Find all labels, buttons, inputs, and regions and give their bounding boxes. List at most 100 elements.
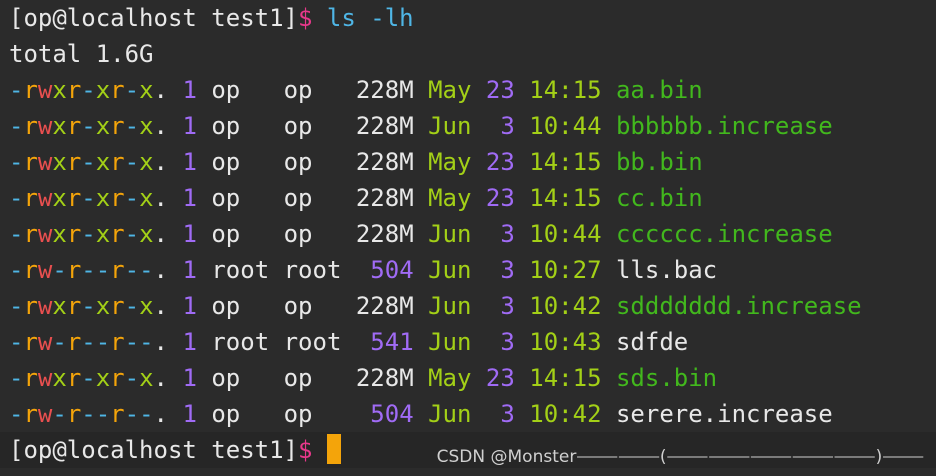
listing: -rwxr-xr-x. 1 op op 228M May 23 14:15 aa… — [0, 72, 936, 432]
permissions: -rwxr-xr-x. — [9, 76, 168, 104]
month: May — [428, 364, 472, 392]
day: 3 — [485, 400, 515, 428]
time: 10:27 — [529, 256, 602, 284]
permissions: -rwxr-xr-x. — [9, 292, 168, 320]
prompt-text: [op@localhost test1] — [9, 436, 298, 464]
permissions: -rwxr-xr-x. — [9, 112, 168, 140]
group: op — [283, 76, 342, 104]
total-text: total 1.6G — [9, 40, 154, 68]
month: Jun — [428, 400, 472, 428]
month: Jun — [428, 292, 472, 320]
permissions: -rw-r--r--. — [9, 256, 168, 284]
time: 10:44 — [529, 220, 602, 248]
month: May — [428, 148, 472, 176]
file-size: 541 — [355, 328, 414, 356]
link-count: 1 — [182, 76, 197, 104]
permissions: -rwxr-xr-x. — [9, 184, 168, 212]
owner: op — [211, 76, 270, 104]
file-row: -rw-r--r--. 1 root root 541 Jun 3 10:43 … — [0, 324, 936, 360]
day: 3 — [485, 256, 515, 284]
group: op — [283, 400, 342, 428]
file-name: serere.increase — [615, 400, 833, 428]
link-count: 1 — [182, 184, 197, 212]
time: 10:42 — [529, 400, 602, 428]
permissions: -rwxr-xr-x. — [9, 220, 168, 248]
file-name: bb.bin — [615, 148, 703, 176]
permissions: -rwxr-xr-x. — [9, 364, 168, 392]
watermark: CSDN @Monster⸻⸻(⸻⸻⸻⸻⸻)⸻ — [436, 447, 924, 467]
owner: op — [211, 400, 270, 428]
time: 14:15 — [529, 364, 602, 392]
day: 23 — [485, 148, 515, 176]
cursor[interactable] — [326, 434, 341, 464]
file-name: lls.bac — [615, 256, 718, 284]
link-count: 1 — [182, 364, 197, 392]
file-size: 228M — [355, 112, 414, 140]
permissions: -rwxr-xr-x. — [9, 148, 168, 176]
prompt-text: [op@localhost test1] — [9, 4, 298, 32]
file-row: -rwxr-xr-x. 1 op op 228M Jun 3 10:42 sdd… — [0, 288, 936, 324]
file-size: 228M — [355, 76, 414, 104]
owner: op — [211, 292, 270, 320]
link-count: 1 — [182, 220, 197, 248]
group: root — [283, 256, 342, 284]
owner: op — [211, 148, 270, 176]
time: 14:15 — [529, 184, 602, 212]
file-size: 228M — [355, 148, 414, 176]
file-name: sddddddd.increase — [615, 292, 862, 320]
day: 3 — [485, 328, 515, 356]
file-name: sds.bin — [615, 364, 718, 392]
command-prompt-line: [op@localhost test1]$ ls -lh — [0, 0, 936, 36]
file-row: -rwxr-xr-x. 1 op op 228M May 23 14:15 aa… — [0, 72, 936, 108]
owner: op — [211, 112, 270, 140]
owner: root — [211, 328, 270, 356]
group: op — [283, 364, 342, 392]
day: 3 — [485, 220, 515, 248]
link-count: 1 — [182, 400, 197, 428]
time: 14:15 — [529, 148, 602, 176]
month: Jun — [428, 328, 472, 356]
link-count: 1 — [182, 256, 197, 284]
link-count: 1 — [182, 292, 197, 320]
file-name: sdfde — [615, 328, 689, 356]
total-line: total 1.6G — [0, 36, 936, 72]
group: root — [283, 328, 342, 356]
terminal-window[interactable]: [op@localhost test1]$ ls -lh total 1.6G … — [0, 0, 936, 476]
day: 3 — [485, 292, 515, 320]
file-size: 228M — [355, 364, 414, 392]
file-size: 504 — [355, 256, 414, 284]
file-name: cccccc.increase — [615, 220, 833, 248]
owner: op — [211, 184, 270, 212]
day: 23 — [485, 76, 515, 104]
day: 23 — [485, 364, 515, 392]
group: op — [283, 220, 342, 248]
file-size: 504 — [355, 400, 414, 428]
group: op — [283, 292, 342, 320]
file-size: 228M — [355, 292, 414, 320]
file-row: -rwxr-xr-x. 1 op op 228M Jun 3 10:44 ccc… — [0, 216, 936, 252]
file-size: 228M — [355, 184, 414, 212]
file-name: bbbbbb.increase — [615, 112, 833, 140]
month: May — [428, 76, 472, 104]
file-row: -rwxr-xr-x. 1 op op 228M Jun 3 10:44 bbb… — [0, 108, 936, 144]
month: May — [428, 184, 472, 212]
group: op — [283, 184, 342, 212]
owner: root — [211, 256, 270, 284]
file-row: -rwxr-xr-x. 1 op op 228M May 23 14:15 sd… — [0, 360, 936, 396]
file-name: aa.bin — [615, 76, 703, 104]
file-size: 228M — [355, 220, 414, 248]
group: op — [283, 112, 342, 140]
file-row: -rw-r--r--. 1 op op 504 Jun 3 10:42 sere… — [0, 396, 936, 432]
day: 23 — [485, 184, 515, 212]
owner: op — [211, 220, 270, 248]
prompt-sign: $ — [297, 436, 313, 464]
month: Jun — [428, 256, 472, 284]
day: 3 — [485, 112, 515, 140]
month: Jun — [428, 220, 472, 248]
file-row: -rwxr-xr-x. 1 op op 228M May 23 14:15 cc… — [0, 180, 936, 216]
link-count: 1 — [182, 328, 197, 356]
file-row: -rwxr-xr-x. 1 op op 228M May 23 14:15 bb… — [0, 144, 936, 180]
permissions: -rw-r--r--. — [9, 328, 168, 356]
time: 14:15 — [529, 76, 602, 104]
file-row: -rw-r--r--. 1 root root 504 Jun 3 10:27 … — [0, 252, 936, 288]
